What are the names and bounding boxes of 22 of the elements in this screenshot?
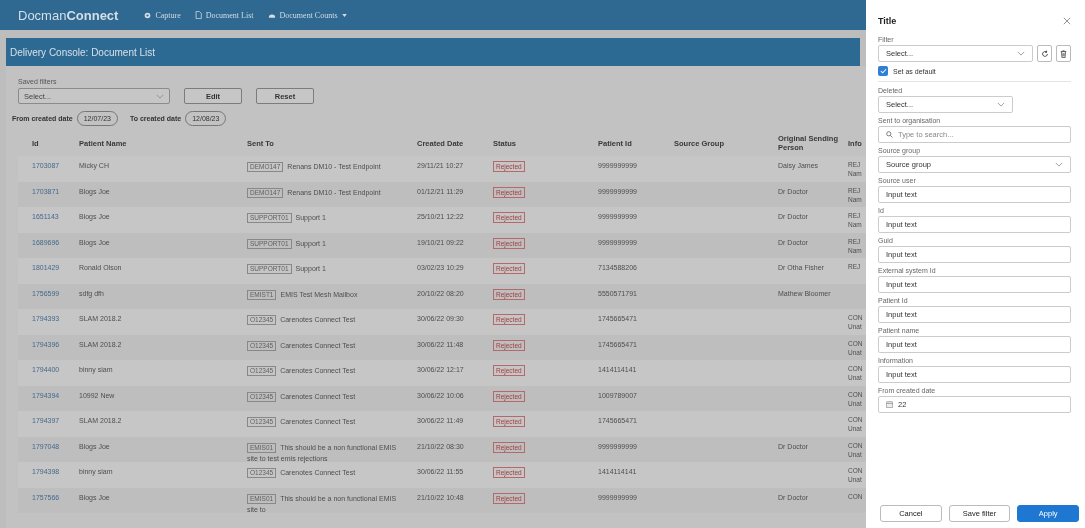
nav-link[interactable]: Document Counts bbox=[267, 10, 347, 20]
chevron-down-icon bbox=[997, 102, 1006, 107]
panel-title: Title bbox=[878, 16, 897, 26]
brand-logo[interactable]: DocmanConnect bbox=[0, 7, 145, 23]
chevron-down-icon bbox=[156, 93, 164, 99]
gear-icon bbox=[144, 11, 152, 19]
refresh-icon bbox=[1040, 49, 1049, 58]
trash-icon bbox=[1060, 49, 1067, 58]
nav-link[interactable]: Document List bbox=[194, 10, 254, 20]
checkbox[interactable] bbox=[878, 66, 888, 76]
page-title: Delivery Console: Document List bbox=[6, 38, 860, 66]
cloud-icon bbox=[267, 12, 276, 18]
chevron-down-icon bbox=[1055, 162, 1063, 167]
caret-icon bbox=[341, 13, 347, 17]
close-icon[interactable] bbox=[1063, 17, 1071, 25]
delete-button[interactable] bbox=[1056, 45, 1071, 62]
search-icon bbox=[886, 131, 893, 138]
refresh-button[interactable] bbox=[1037, 45, 1052, 62]
nav-link[interactable]: Capture bbox=[144, 10, 181, 20]
calendar-icon bbox=[886, 401, 893, 408]
chevron-down-icon bbox=[1017, 51, 1025, 56]
document-icon bbox=[194, 11, 202, 19]
